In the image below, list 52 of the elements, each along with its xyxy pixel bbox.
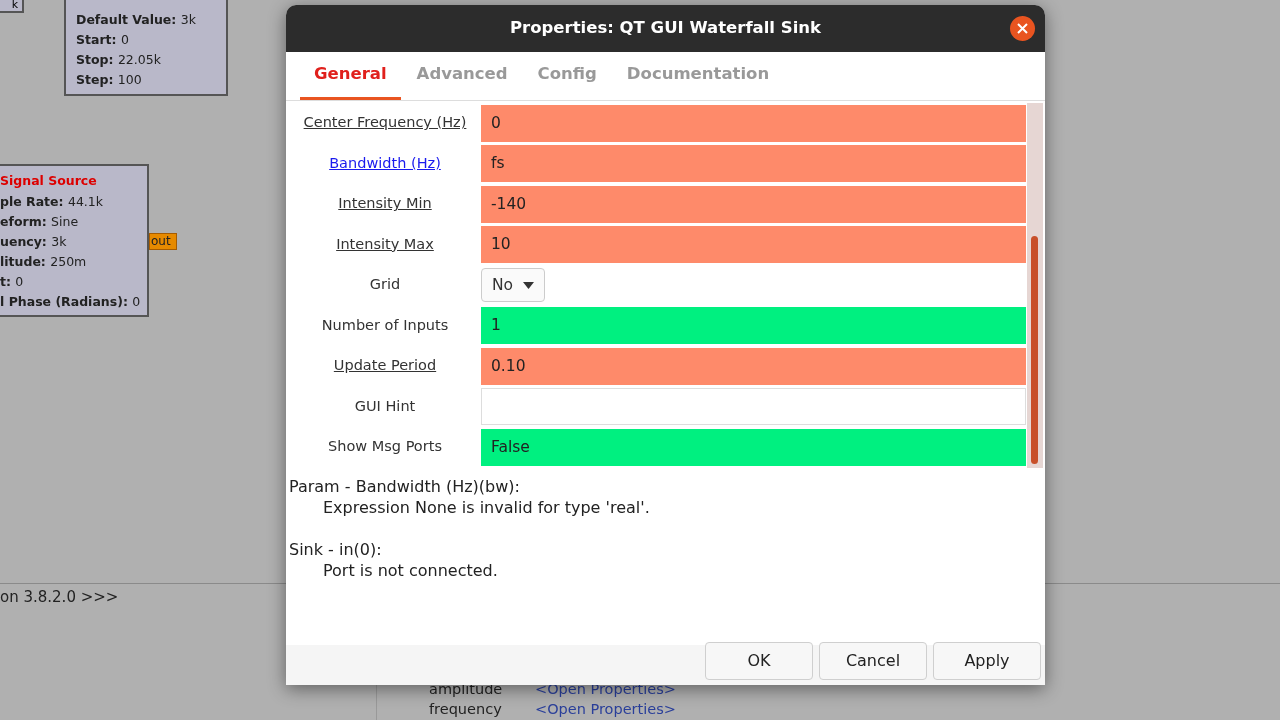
- tab[interactable]: General: [300, 51, 401, 100]
- grid-dropdown[interactable]: No: [481, 268, 546, 303]
- parameter-label: Show Msg Ports: [328, 437, 442, 457]
- dialog-button[interactable]: Cancel: [819, 642, 927, 680]
- parameter-field[interactable]: False: [481, 428, 1026, 466]
- parameter-field[interactable]: [481, 388, 1026, 426]
- variable-name: amplitude: [429, 680, 504, 698]
- flow-block[interactable]: Signal Source ple Rate: 44.1k eform: Sine uency: 3k litude: 250m t: 0 l Phase (Radians): 0: [0, 164, 149, 317]
- block-parameter: Step: 100: [76, 71, 143, 89]
- open-properties-link[interactable]: <Open Properties>: [535, 700, 676, 718]
- window-title: Properties: QT GUI Waterfall Sink: [509, 17, 821, 40]
- variable-name: frequency: [429, 700, 503, 718]
- scrollbar-thumb[interactable]: [1031, 236, 1038, 464]
- close-icon: [1017, 23, 1028, 34]
- parameter-label: GUI Hint: [354, 396, 416, 416]
- block-title: Signal Source: [0, 172, 98, 190]
- block-parameter: t: 0: [0, 273, 25, 291]
- parameter-field[interactable]: 10: [481, 226, 1026, 264]
- flow-block[interactable]: k: [0, 0, 24, 13]
- flow-block[interactable]: Default Value: 3k Start: 0 Stop: 22.05k Step: 100: [64, 0, 228, 96]
- block-parameter: eform: Sine: [0, 213, 80, 231]
- dropdown-caret-icon: [523, 281, 535, 289]
- block-parameter: uency: 3k: [0, 233, 68, 251]
- output-port[interactable]: out: [149, 233, 177, 250]
- parameter-field[interactable]: -140: [481, 185, 1026, 223]
- console-text: on 3.8.2.0 >>>: [0, 587, 119, 608]
- parameter-label: Grid: [369, 275, 401, 295]
- message-text: Port is not connected.: [322, 559, 499, 581]
- block-parameter: k: [11, 0, 18, 11]
- close-button[interactable]: [1010, 16, 1035, 41]
- parameter-label: Number of Inputs: [321, 315, 449, 335]
- dialog-button[interactable]: Apply: [933, 642, 1041, 680]
- block-parameter: ple Rate: 44.1k: [0, 193, 104, 211]
- dialog-button[interactable]: OK: [705, 642, 813, 680]
- block-parameter: Start: 0: [76, 31, 130, 49]
- parameter-label[interactable]: Bandwidth (Hz): [329, 152, 441, 175]
- message-title: Param - Bandwidth (Hz)(bw):: [289, 475, 521, 497]
- parameter-field[interactable]: 0: [481, 104, 1026, 142]
- block-parameter: Default Value: 3k: [76, 11, 197, 29]
- parameter-field[interactable]: 1: [481, 307, 1026, 345]
- message-text: Expression None is invalid for type 'real'.: [322, 496, 651, 518]
- block-parameter: litude: 250m: [0, 253, 88, 271]
- block-parameter: Stop: 22.05k: [76, 51, 162, 69]
- parameter-label: Center Frequency (Hz): [303, 113, 467, 133]
- parameter-label: Intensity Max: [336, 234, 434, 254]
- message-title: Sink - in(0):: [289, 538, 383, 560]
- parameter-field[interactable]: 0.10: [481, 347, 1026, 385]
- parameter-label: Update Period: [333, 356, 437, 376]
- parameter-label: Intensity Min: [338, 194, 432, 214]
- scrollbar[interactable]: [1027, 103, 1043, 468]
- block-parameter: l Phase (Radians): 0: [0, 293, 142, 311]
- parameter-field[interactable]: fs: [481, 145, 1026, 183]
